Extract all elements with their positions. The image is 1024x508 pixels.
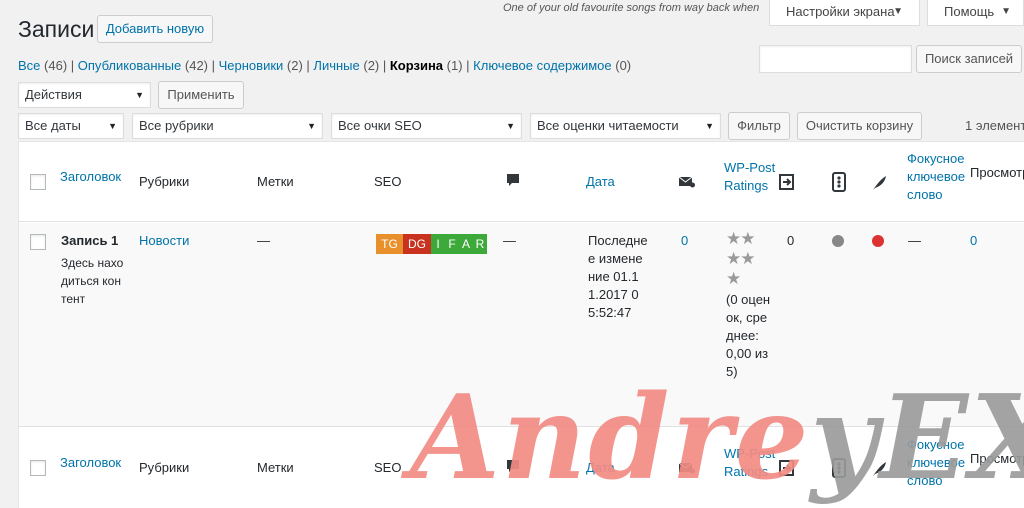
column-title-footer[interactable]: Заголовок: [60, 454, 121, 472]
column-categories: Рубрики: [139, 174, 190, 189]
screen-options-label: Настройки экрана: [786, 4, 895, 19]
row-title[interactable]: Запись 1: [61, 232, 118, 250]
bulk-actions-select[interactable]: Действия ▼: [18, 82, 151, 108]
row-focus-keyword: —: [908, 233, 921, 248]
view-all[interactable]: Все (46): [18, 58, 67, 73]
row-mail-count[interactable]: 0: [681, 232, 688, 250]
screen-options-button[interactable]: Настройки экрана ▼: [769, 0, 920, 26]
caret-down-icon: ▼: [1001, 6, 1011, 17]
page-title: Записи: [18, 16, 95, 42]
seo-badge-tg: TG: [376, 234, 403, 254]
filter-button[interactable]: Фильтр: [728, 112, 790, 140]
column-title[interactable]: Заголовок: [60, 168, 121, 186]
view-trash[interactable]: Корзина: [390, 58, 443, 73]
view-published[interactable]: Опубликованные (42): [78, 58, 208, 73]
caret-down-icon: ▼: [705, 121, 714, 131]
column-views-footer: Просмотров: [970, 451, 1024, 466]
seo-badge-a: A: [459, 234, 473, 254]
caret-down-icon: ▼: [506, 121, 515, 131]
table-row: Запись 1 Здесь находиться контент Новост…: [19, 223, 1024, 427]
subsubsub: Все (46) | Опубликованные (42) | Чернови…: [18, 58, 632, 73]
column-seo: SEO: [374, 174, 402, 189]
category-filter-select[interactable]: Все рубрики ▼: [132, 113, 323, 139]
comment-icon[interactable]: [506, 173, 520, 194]
linked-posts-icon: [778, 172, 796, 195]
row-category[interactable]: Новости: [139, 232, 189, 250]
column-categories-footer: Рубрики: [139, 460, 190, 475]
feather-icon: [871, 175, 887, 196]
column-focus-keyword-footer[interactable]: Фокусное ключевое слово: [907, 436, 965, 490]
help-button[interactable]: Помощь ▼: [927, 0, 1024, 26]
row-tags: —: [257, 233, 270, 248]
column-tags: Метки: [257, 174, 294, 189]
seo-badge-f: F: [445, 234, 459, 254]
row-date: Последнее изменение 01.11.2017 05:52:47: [588, 233, 648, 320]
select-all-checkbox-footer[interactable]: [30, 460, 46, 476]
column-views: Просмотров: [970, 165, 1024, 180]
seo-badge-r: R: [473, 234, 487, 254]
column-tags-footer: Метки: [257, 460, 294, 475]
add-new-button[interactable]: Добавить новую: [97, 15, 213, 43]
table-footer: Заголовок Рубрики Метки SEO Дата WP-Post…: [19, 428, 1024, 508]
posts-table: Заголовок Рубрики Метки SEO Дата WP-Post…: [18, 141, 1024, 508]
seo-badge-dg: DG: [403, 234, 431, 254]
column-wp-postratings-footer[interactable]: WP-PostRatings: [724, 445, 781, 481]
date-filter-select[interactable]: Все даты ▼: [18, 113, 124, 139]
row-linked-count: 0: [787, 233, 795, 248]
row-excerpt: Здесь находиться контент: [61, 256, 124, 306]
column-focus-keyword[interactable]: Фокусное ключевое слово: [907, 150, 965, 204]
readability-filter-select[interactable]: Все оценки читаемости ▼: [530, 113, 721, 139]
hello-dolly-lyric: One of your old favourite songs from way…: [503, 2, 760, 14]
view-drafts[interactable]: Черновики (2): [219, 58, 303, 73]
mail-icon: [678, 175, 695, 193]
star-icon: ★: [726, 269, 741, 288]
items-count: 1 элемент: [965, 118, 1024, 133]
readability-icon: [832, 458, 846, 483]
seo-badge-i: I: [431, 234, 445, 254]
search-posts-button[interactable]: Поиск записей: [916, 45, 1022, 73]
caret-down-icon: ▼: [135, 90, 144, 100]
star-icon: ★★: [726, 229, 756, 248]
empty-trash-button[interactable]: Очистить корзину: [797, 112, 922, 140]
search-input[interactable]: [759, 45, 912, 73]
caret-down-icon: ▼: [307, 121, 316, 131]
column-date[interactable]: Дата: [586, 173, 615, 191]
row-views[interactable]: 0: [970, 232, 977, 250]
help-label: Помощь: [944, 4, 995, 19]
seo-status-dot: [872, 235, 884, 247]
linked-posts-icon: [778, 458, 796, 481]
apply-button[interactable]: Применить: [158, 81, 244, 109]
readability-icon: [832, 172, 846, 197]
comment-icon[interactable]: [506, 459, 520, 480]
column-date-footer[interactable]: Дата: [586, 459, 615, 477]
star-icon: ★★: [726, 249, 756, 268]
column-seo-footer: SEO: [374, 460, 402, 475]
caret-down-icon: ▼: [108, 121, 117, 131]
table-header: Заголовок Рубрики Метки SEO Дата WP-Post…: [19, 142, 1024, 222]
caret-down-icon: ▼: [893, 6, 903, 17]
row-comments: —: [503, 233, 516, 248]
select-all-checkbox[interactable]: [30, 174, 46, 190]
row-rating-summary: (0 оценок, среднее: 0,00 из 5): [726, 292, 771, 379]
row-rating-stars: ★★ ★★ ★: [726, 229, 762, 289]
seo-badges: TG DG I F A R: [376, 234, 487, 254]
feather-icon: [871, 461, 887, 482]
row-checkbox[interactable]: [30, 234, 46, 250]
seo-filter-select[interactable]: Все очки SEO ▼: [331, 113, 522, 139]
readability-status-dot: [832, 235, 844, 247]
view-cornerstone[interactable]: Ключевое содержимое: [473, 58, 611, 73]
view-private[interactable]: Личные (2): [313, 58, 379, 73]
mail-icon: [678, 461, 695, 479]
column-wp-postratings[interactable]: WP-PostRatings: [724, 159, 781, 195]
